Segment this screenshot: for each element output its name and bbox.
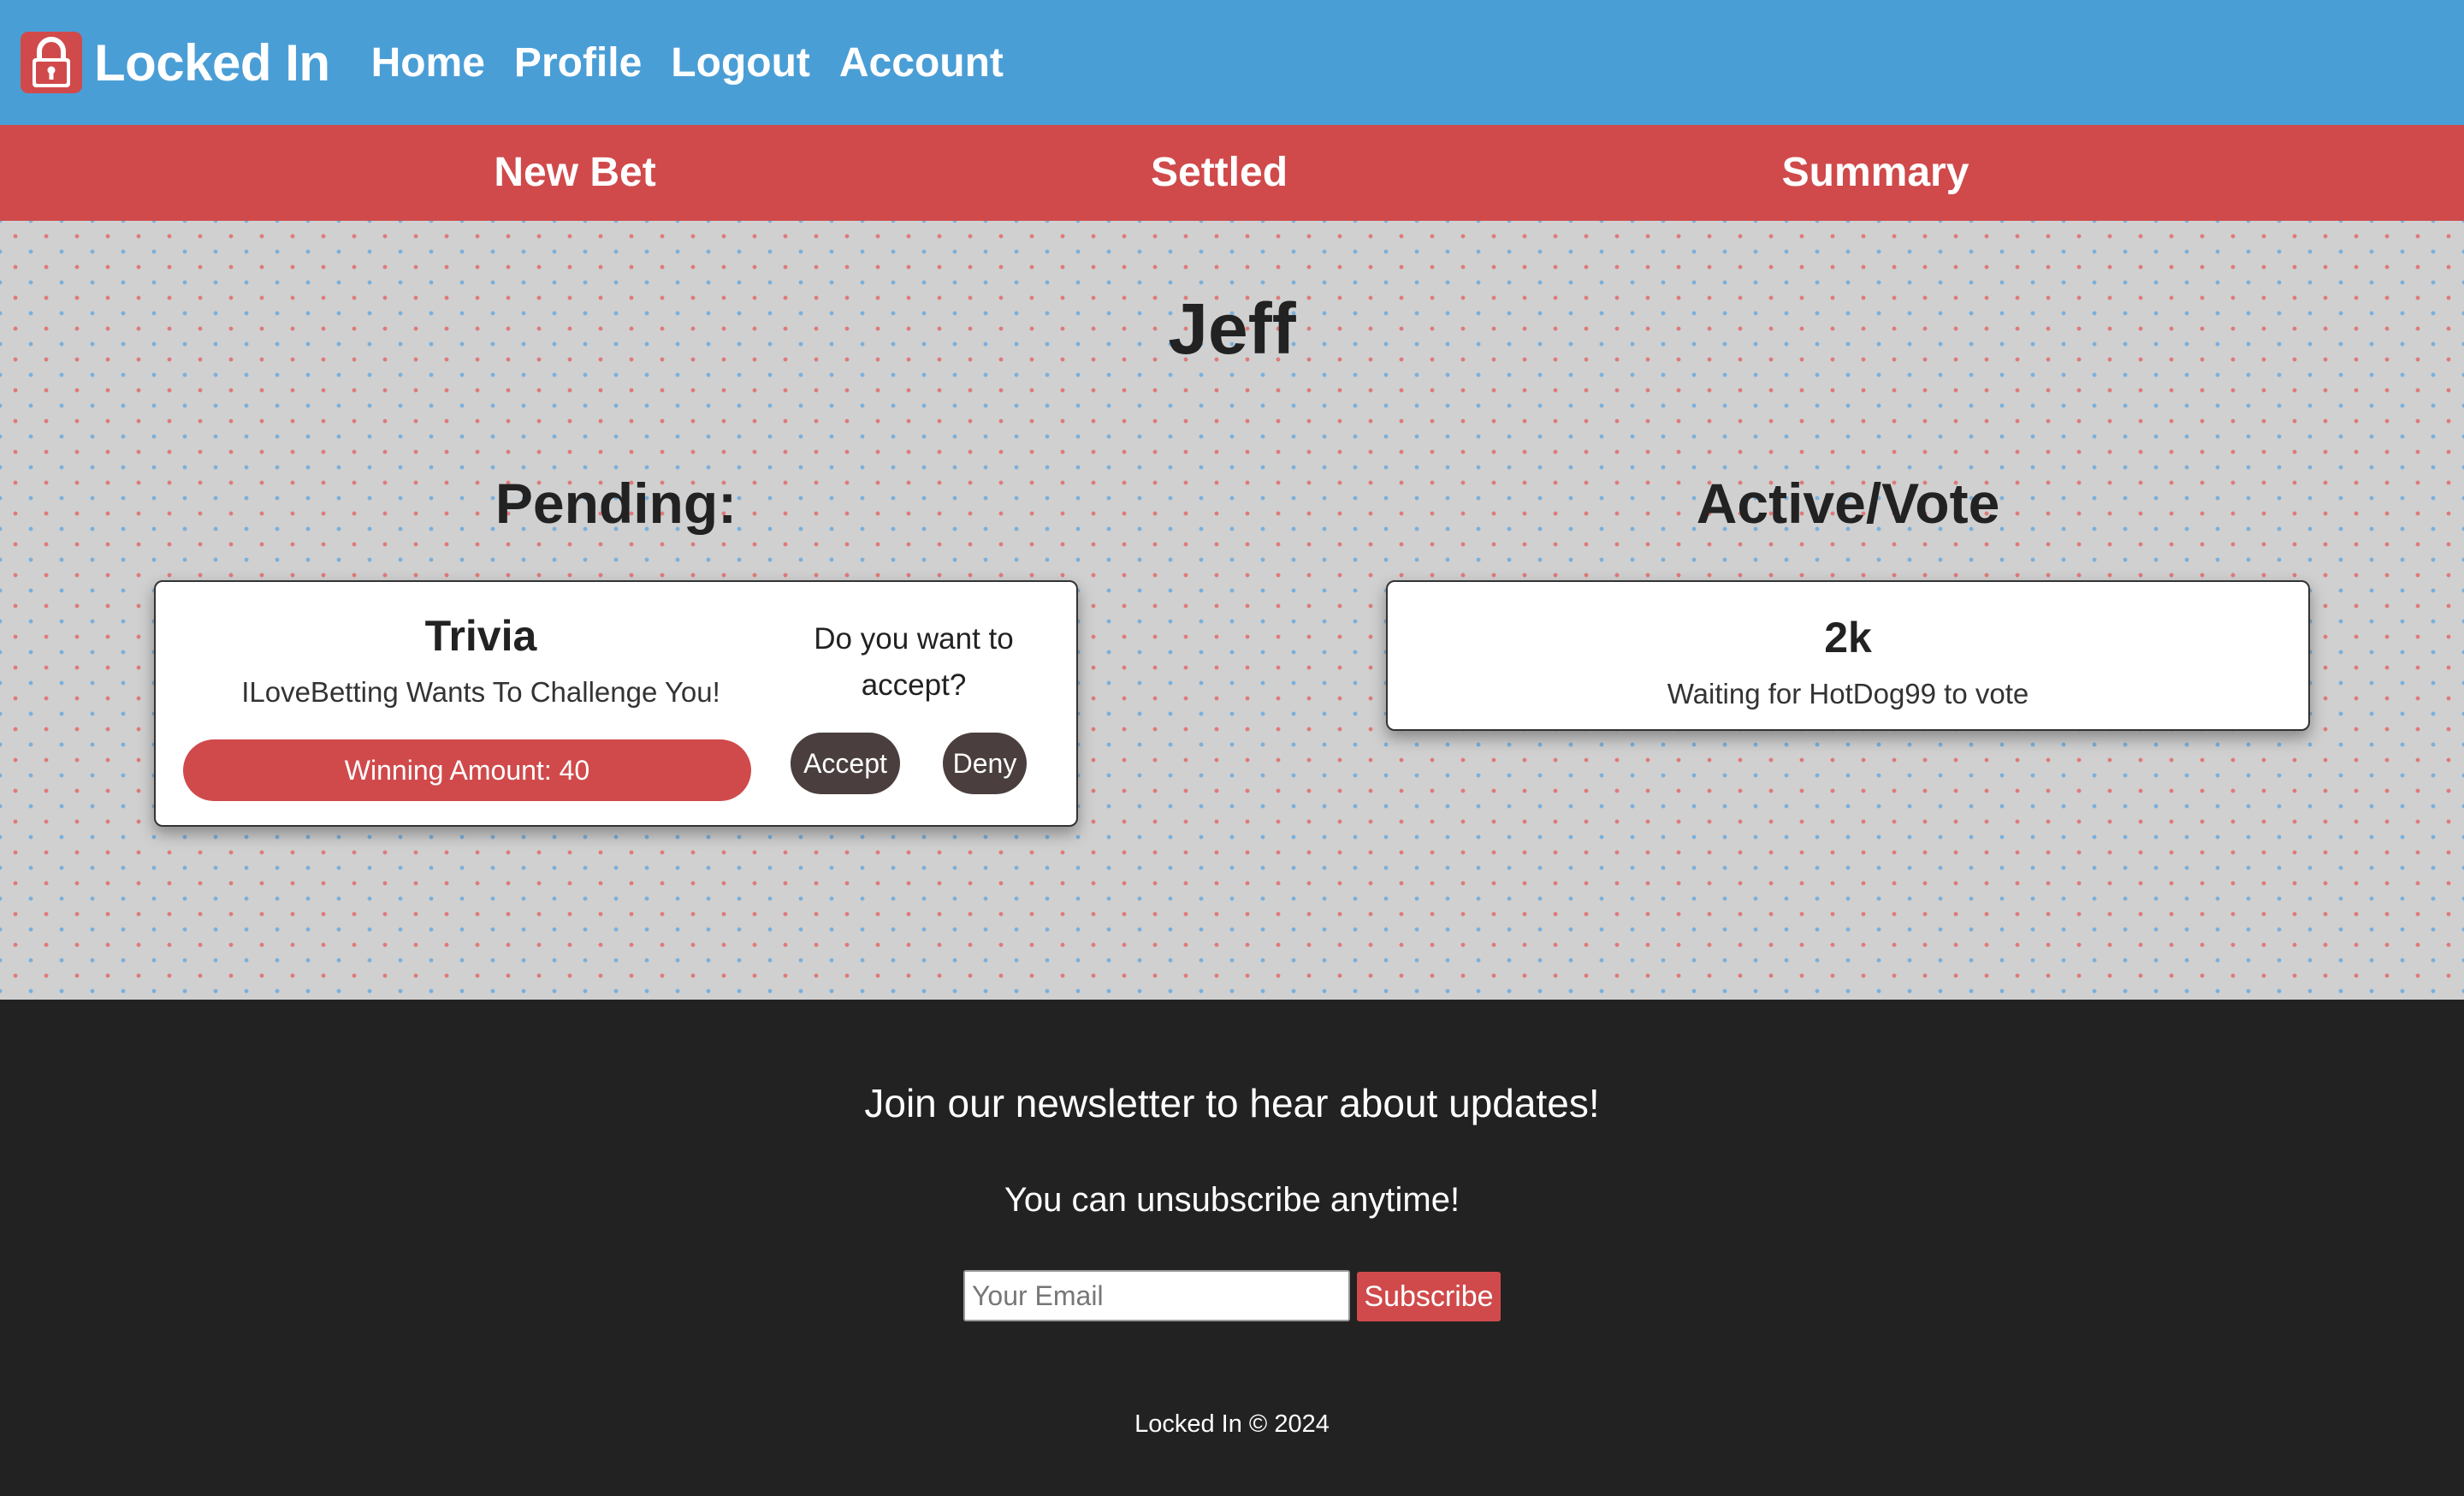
newsletter-heading: Join our newsletter to hear about update… <box>864 1081 1600 1125</box>
footer: Join our newsletter to hear about update… <box>0 1000 2464 1496</box>
email-input[interactable] <box>963 1270 1350 1321</box>
active-bet-card: 2k Waiting for HotDog99 to vote <box>1386 580 2310 731</box>
padlock-icon <box>21 32 82 93</box>
challenge-text: ILoveBetting Wants To Challenge You! <box>241 676 720 708</box>
newsletter-subtext: You can unsubscribe anytime! <box>1004 1181 1460 1219</box>
winning-amount-badge: Winning Amount: 40 <box>183 739 751 801</box>
main-content: Jeff Pending: Active/Vote Trivia ILoveBe… <box>0 221 2464 1000</box>
nav-account[interactable]: Account <box>839 39 1004 86</box>
brand-link[interactable]: Locked In <box>21 32 330 93</box>
brand-name: Locked In <box>94 33 330 92</box>
copyright-text: Locked In © 2024 <box>1134 1410 1330 1438</box>
subnav-settled[interactable]: Settled <box>1151 125 1288 221</box>
subscribe-button[interactable]: Subscribe <box>1357 1272 1501 1321</box>
nav-home[interactable]: Home <box>371 39 485 86</box>
active-bet-title: 2k <box>1824 614 1872 662</box>
top-navbar: Locked In Home Profile Logout Account <box>0 0 2464 125</box>
subnav-new-bet[interactable]: New Bet <box>494 125 655 221</box>
subnav-summary[interactable]: Summary <box>1782 125 1969 221</box>
nav-profile[interactable]: Profile <box>514 39 642 86</box>
active-vote-heading: Active/Vote <box>1696 472 2000 535</box>
vote-status-text: Waiting for HotDog99 to vote <box>1667 678 2029 709</box>
accept-button[interactable]: Accept <box>791 733 900 794</box>
main-nav: Home Profile Logout Account <box>371 39 1033 86</box>
bet-title: Trivia <box>424 612 537 660</box>
accept-question: Do you want to accept? <box>814 622 1014 702</box>
pending-heading: Pending: <box>495 472 737 535</box>
pending-bet-card: Trivia ILoveBetting Wants To Challenge Y… <box>154 580 1078 827</box>
bet-subnav: New Bet Settled Summary <box>0 125 2464 221</box>
nav-logout[interactable]: Logout <box>671 39 810 86</box>
deny-button[interactable]: Deny <box>943 733 1027 794</box>
user-name-heading: Jeff <box>1168 288 1296 369</box>
